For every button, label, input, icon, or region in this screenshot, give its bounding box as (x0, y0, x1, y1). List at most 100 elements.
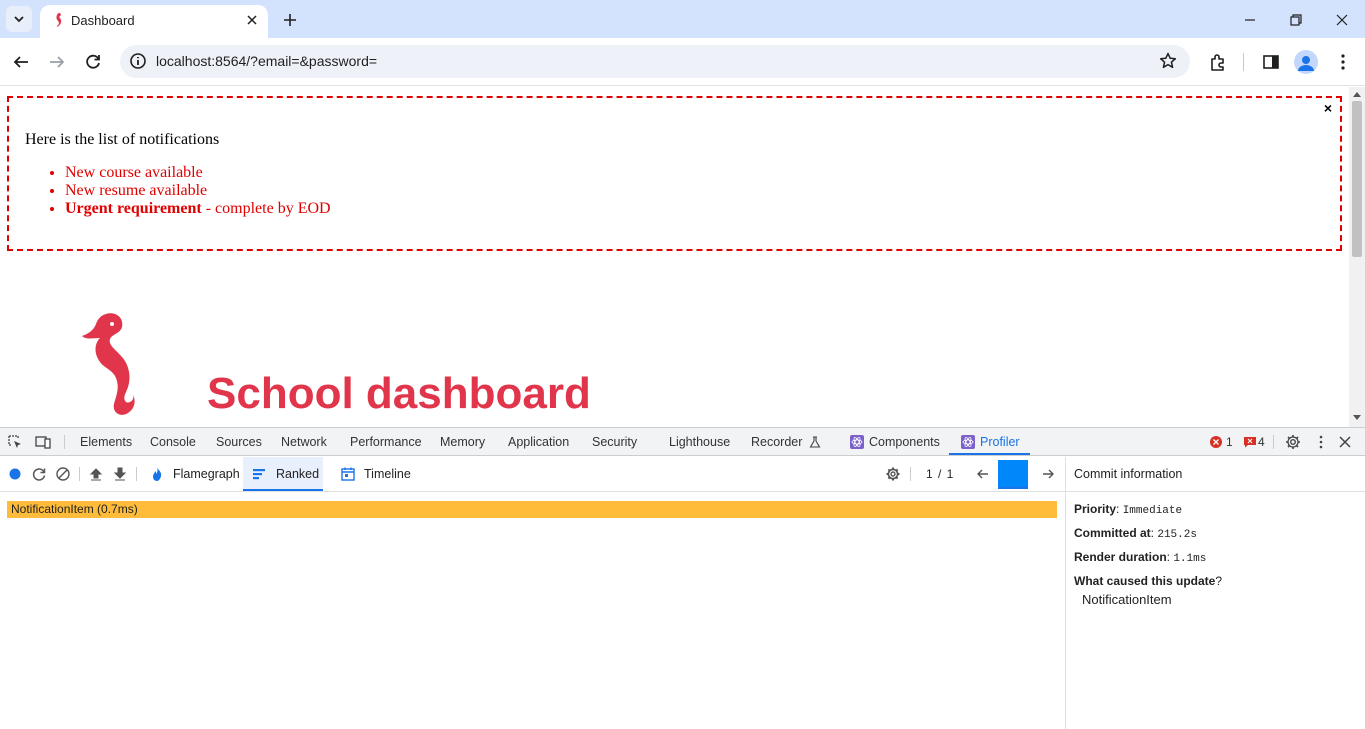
url-text[interactable]: localhost:8564/?email=&password= (156, 53, 377, 69)
tab-components[interactable]: Components (869, 435, 940, 449)
notification-item[interactable]: New resume available (65, 182, 331, 200)
priority-label: Priority (1074, 502, 1117, 516)
browser-tabstrip: Dashboard (0, 0, 1365, 38)
browser-toolbar: localhost:8564/?email=&password= (0, 38, 1365, 86)
restore-icon[interactable] (1285, 9, 1307, 31)
scroll-down-icon[interactable] (1353, 415, 1361, 421)
ranked-tab[interactable]: Ranked (243, 457, 323, 491)
committed-value: 215.2s (1157, 529, 1197, 541)
devtools-separator (64, 435, 65, 449)
notifications-close-button[interactable]: × (1324, 100, 1332, 116)
committed-label: Committed at (1074, 526, 1151, 540)
tab-title: Dashboard (71, 13, 135, 28)
commit-render-duration: Render duration: 1.1ms (1074, 550, 1207, 565)
profiler-toolbar: Flamegraph Ranked Timeline 1 / 1 (0, 457, 1065, 492)
commit-cause: What caused this update? (1074, 574, 1223, 588)
tab-elements[interactable]: Elements (80, 435, 132, 449)
tab-network[interactable]: Network (281, 435, 327, 449)
tab-close-icon[interactable] (244, 12, 260, 28)
site-info-icon[interactable] (128, 51, 148, 71)
notifications-panel: × Here is the list of notifications New … (7, 96, 1342, 251)
tab-memory[interactable]: Memory (440, 435, 485, 449)
record-icon[interactable] (7, 466, 23, 482)
profiler-settings-icon[interactable] (885, 466, 901, 482)
tab-console[interactable]: Console (150, 435, 196, 449)
tab-lighthouse[interactable]: Lighthouse (669, 435, 730, 449)
load-profile-icon[interactable] (88, 466, 104, 482)
devtools-close-icon[interactable] (1337, 434, 1353, 450)
browser-tab[interactable]: Dashboard (40, 5, 268, 38)
error-icon[interactable] (1209, 435, 1223, 449)
extensions-icon[interactable] (1207, 51, 1229, 73)
next-commit-icon[interactable] (1040, 466, 1056, 482)
close-window-icon[interactable] (1331, 9, 1353, 31)
issues-count[interactable]: 4 (1258, 435, 1265, 449)
previous-commit-icon[interactable] (975, 466, 991, 482)
side-panel-icon[interactable] (1260, 51, 1282, 73)
ranked-tab-label: Ranked (276, 467, 320, 481)
page-scrollbar[interactable] (1349, 87, 1365, 427)
settings-gear-icon[interactable] (1285, 434, 1301, 450)
cause-label: What caused this update (1074, 574, 1216, 588)
commit-priority: Priority: Immediate (1074, 502, 1183, 517)
reload-icon[interactable] (82, 51, 104, 73)
flask-icon (809, 436, 821, 448)
commit-committed-at: Committed at: 215.2s (1074, 526, 1197, 541)
issues-icon[interactable] (1243, 436, 1257, 448)
notification-text: - complete by EOD (201, 200, 331, 217)
commit-counter: 1 / 1 (926, 467, 955, 481)
profile-icon (1298, 56, 1314, 71)
ranked-bar-notification-item[interactable]: NotificationItem (0.7ms) (7, 501, 1057, 518)
seahorse-favicon-icon (56, 13, 62, 27)
tab-recorder-label: Recorder (751, 435, 803, 449)
react-components-icon (850, 435, 864, 449)
commit-bar[interactable] (998, 460, 1028, 489)
notification-item[interactable]: Urgent requirement - complete by EOD (65, 200, 331, 218)
tab-application[interactable]: Application (508, 435, 569, 449)
commit-information-panel: Commit information Priority: Immediate C… (1066, 457, 1365, 729)
inspect-element-icon[interactable] (7, 434, 23, 450)
scroll-up-icon[interactable] (1353, 91, 1361, 97)
cause-component[interactable]: NotificationItem (1082, 592, 1172, 607)
new-tab-icon[interactable] (280, 10, 300, 30)
address-bar[interactable]: localhost:8564/?email=&password= (120, 45, 1190, 78)
minimize-icon[interactable] (1239, 9, 1261, 31)
profile-avatar[interactable] (1294, 50, 1318, 74)
notification-item[interactable]: New course available (65, 164, 331, 182)
devtools-panel: Elements Console Sources Network Perform… (0, 427, 1365, 729)
toolbar-separator (1243, 53, 1244, 71)
ranked-chart-icon (253, 469, 265, 480)
timeline-tab[interactable]: Timeline (364, 467, 411, 481)
notifications-list: New course available New resume availabl… (65, 164, 331, 218)
clear-profiling-icon[interactable] (55, 466, 71, 482)
seahorse-logo (82, 313, 135, 415)
render-value: 1.1ms (1173, 553, 1207, 565)
tab-search-button[interactable] (6, 6, 32, 32)
scroll-thumb[interactable] (1352, 101, 1362, 257)
error-count[interactable]: 1 (1226, 435, 1233, 449)
notification-text: New course available (65, 164, 203, 181)
reload-and-profile-icon[interactable] (31, 466, 47, 482)
device-toolbar-icon[interactable] (35, 434, 51, 450)
notification-text: New resume available (65, 182, 208, 199)
tab-profiler[interactable]: Profiler (980, 435, 1020, 449)
active-tab-indicator (949, 453, 1030, 455)
back-icon[interactable] (10, 51, 32, 73)
bookmark-star-icon[interactable] (1158, 51, 1178, 71)
tab-sources[interactable]: Sources (216, 435, 262, 449)
commit-info-header: Commit information (1066, 457, 1365, 492)
save-profile-icon[interactable] (112, 466, 128, 482)
devtools-tabbar: Elements Console Sources Network Perform… (0, 428, 1365, 456)
tab-recorder[interactable]: Recorder (751, 435, 821, 449)
timeline-calendar-icon (341, 467, 355, 481)
flamegraph-tab[interactable]: Flamegraph (173, 467, 240, 481)
notifications-intro: Here is the list of notifications (25, 131, 220, 148)
page-title: School dashboard (207, 369, 591, 418)
react-profiler-icon (961, 435, 975, 449)
devtools-menu-icon[interactable] (1313, 434, 1329, 450)
browser-menu-icon[interactable] (1332, 51, 1354, 73)
forward-icon[interactable] (46, 51, 68, 73)
tab-security[interactable]: Security (592, 435, 637, 449)
tab-performance[interactable]: Performance (350, 435, 422, 449)
chevron-down-icon (14, 16, 24, 23)
